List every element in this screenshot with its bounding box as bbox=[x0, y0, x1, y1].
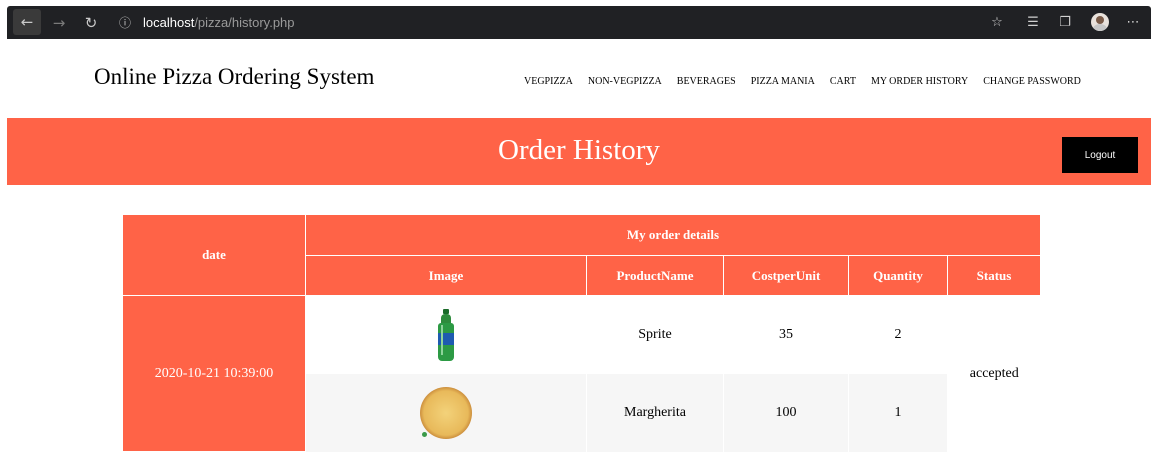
address-bar[interactable]: localhost/pizza/history.php bbox=[143, 6, 295, 39]
column-header-productname: ProductName bbox=[586, 255, 724, 296]
reload-icon[interactable]: ↻ bbox=[77, 6, 105, 39]
menu-item-pizza-mania[interactable]: PIZZA MANIA bbox=[751, 76, 815, 87]
collections-icon[interactable]: ❐ bbox=[1054, 6, 1076, 39]
column-header-image: Image bbox=[305, 255, 587, 296]
back-icon[interactable]: ← bbox=[13, 9, 41, 35]
favorites-icon[interactable]: ☰ bbox=[1022, 6, 1044, 39]
column-header-status: Status bbox=[947, 255, 1041, 296]
product-name: Sprite bbox=[586, 295, 724, 374]
page-banner: Order History Logout bbox=[7, 118, 1151, 185]
menu-item-nonvegpizza[interactable]: NON-VEGPIZZA bbox=[588, 76, 662, 87]
order-history-table: date My order details Image ProductName … bbox=[122, 214, 1041, 452]
info-icon[interactable]: ⓘ bbox=[119, 6, 131, 39]
date-header: date bbox=[122, 214, 306, 296]
logout-button[interactable]: Logout bbox=[1062, 137, 1138, 173]
main-menu: VEGPIZZA NON-VEGPIZZA BEVERAGES PIZZA MA… bbox=[524, 76, 1096, 87]
product-name: Margherita bbox=[586, 373, 724, 452]
order-details-header: My order details bbox=[305, 214, 1041, 256]
product-quantity: 2 bbox=[848, 295, 948, 374]
site-title: Online Pizza Ordering System bbox=[94, 64, 375, 89]
more-icon[interactable]: ⋯ bbox=[1122, 6, 1144, 39]
profile-icon[interactable] bbox=[1091, 13, 1109, 31]
product-cost: 100 bbox=[723, 373, 849, 452]
menu-item-vegpizza[interactable]: VEGPIZZA bbox=[524, 76, 573, 87]
menu-item-cart[interactable]: CART bbox=[830, 76, 856, 87]
table-row: 2020-10-21 10:39:00 Sprite 35 2 accepted bbox=[122, 295, 1041, 452]
product-quantity: 1 bbox=[848, 373, 948, 452]
column-header-costperunit: CostperUnit bbox=[723, 255, 849, 296]
order-status: accepted bbox=[947, 295, 1041, 452]
order-date: 2020-10-21 10:39:00 bbox=[122, 295, 306, 452]
sprite-bottle-image bbox=[436, 308, 456, 361]
star-icon[interactable]: ☆ bbox=[986, 6, 1008, 39]
column-header-quantity: Quantity bbox=[848, 255, 948, 296]
product-image-cell bbox=[305, 295, 587, 374]
menu-item-beverages[interactable]: BEVERAGES bbox=[677, 76, 736, 87]
forward-icon[interactable]: → bbox=[45, 6, 73, 39]
page-title: Order History bbox=[498, 134, 660, 166]
margherita-pizza-image bbox=[420, 386, 472, 439]
browser-toolbar: ← → ↻ ⓘ localhost/pizza/history.php ☆ ☰ … bbox=[7, 6, 1151, 39]
product-image-cell bbox=[305, 373, 587, 452]
url-host: localhost bbox=[143, 15, 195, 30]
menu-item-my-order-history[interactable]: MY ORDER HISTORY bbox=[871, 76, 968, 87]
menu-item-change-password[interactable]: CHANGE PASSWORD bbox=[983, 76, 1081, 87]
product-cost: 35 bbox=[723, 295, 849, 374]
url-path: /pizza/history.php bbox=[194, 15, 295, 30]
